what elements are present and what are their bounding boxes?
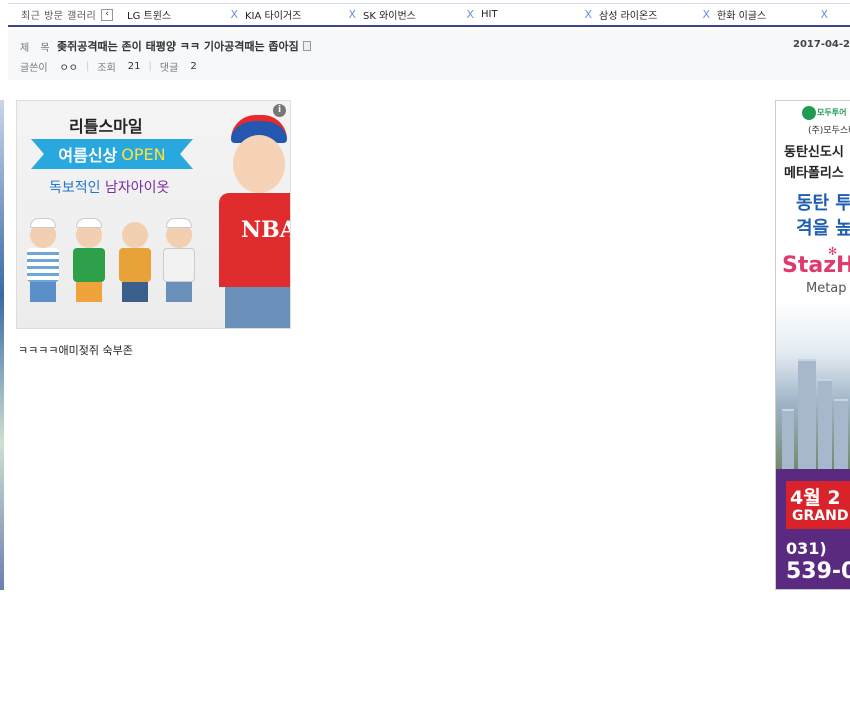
ad-banner-open: OPEN: [121, 144, 166, 164]
post-date: 2017-04-2: [792, 39, 850, 50]
ad-grand: GRAND: [792, 508, 849, 524]
meta-divider: |: [148, 61, 152, 72]
kid-figure: [71, 218, 107, 328]
ad-brand-name: 리틀스마일: [69, 117, 143, 136]
recent-gallery-label: 최근 방문 갤러리: [21, 11, 97, 22]
kids-clothing-ad[interactable]: i 리틀스마일 여름신상 OPEN 독보적인 남자아이옷 NB: [16, 100, 291, 329]
close-icon[interactable]: X: [820, 8, 828, 21]
ad-date: 4월 2: [790, 487, 841, 509]
views-count: 21: [127, 61, 141, 72]
file-icon: [302, 41, 311, 51]
subject-label: 제 목: [20, 42, 54, 54]
comments-label: 댓글: [159, 63, 179, 74]
recent-gallery-tab[interactable]: KIA 타이거즈 X: [245, 7, 363, 22]
close-icon[interactable]: X: [230, 8, 238, 21]
gallery-post-page: 최근 방문 갤러리 ‹ LG 트윈스 X KIA 타이거즈 X SK 와이번스 …: [0, 0, 850, 711]
ad-logo-text: 모두투어: [817, 108, 847, 117]
recent-gallery-tab[interactable]: LG 트윈스 X: [127, 7, 245, 22]
prev-arrow-button[interactable]: ‹: [101, 8, 113, 21]
ad-tagline-part1: 독보적인: [49, 180, 105, 196]
post-header: 제 목 좆쥐공격때는 존이 태평양 ㅋㅋ 기아공격때는 좁아짐 2017-04-…: [8, 30, 850, 80]
featured-kid-figure: NBA: [213, 109, 290, 328]
kid-figure: [161, 218, 197, 328]
close-icon[interactable]: X: [466, 8, 474, 21]
recent-gallery-tab[interactable]: 삼성 라이온즈 X: [599, 7, 717, 22]
views-label: 조회: [97, 63, 116, 74]
ad-phone-area: 031): [786, 539, 827, 558]
post-body-text: ㅋㅋㅋㅋ애미젖쥐 숙부존: [18, 344, 133, 357]
ad-headline-1: 동탄신도시: [784, 145, 844, 160]
kid-figure: [25, 218, 61, 328]
recent-gallery-tab-name[interactable]: KIA 타이거즈: [245, 7, 301, 22]
ad-banner: 여름신상 OPEN: [31, 139, 193, 169]
post-title: 좆쥐공격때는 존이 태평양 ㅋㅋ 기아공격때는 좁아짐: [57, 40, 299, 53]
recent-gallery-tab-name[interactable]: LG 트윈스: [127, 7, 171, 22]
ad-brand: StazH: [782, 253, 850, 278]
recent-gallery-tab[interactable]: SK 와이번스 X: [363, 7, 481, 22]
recent-gallery-bar: 최근 방문 갤러리 ‹ LG 트윈스 X KIA 타이거즈 X SK 와이번스 …: [8, 3, 850, 27]
post-meta-row: 글쓴이 ㅇㅇ | 조회 21 | 댓글 2: [20, 59, 197, 74]
recent-gallery-tab-name[interactable]: 한화 이글스: [717, 7, 766, 22]
close-icon[interactable]: X: [702, 8, 710, 21]
ad-slogan-2: 격을 높: [796, 218, 850, 239]
recent-gallery-tab[interactable]: 한화 이글스 X: [717, 7, 835, 22]
recent-gallery-tab-name[interactable]: 삼성 라이온즈: [599, 7, 657, 22]
ad-slogan-1: 동탄 투: [796, 193, 850, 214]
kid-figure: [117, 222, 153, 328]
ad-tagline-part2: 남자아이옷: [104, 180, 170, 196]
left-side-ad[interactable]: [0, 100, 4, 590]
tour-logo-icon: [802, 106, 816, 120]
ad-headline-2: 메타폴리스: [784, 166, 844, 181]
author-label: 글쓴이: [20, 63, 48, 74]
ad-tagline: 독보적인 남자아이옷: [49, 177, 169, 197]
recent-gallery-tab[interactable]: HIT X: [481, 7, 599, 22]
city-skyline-image: [776, 301, 850, 471]
recent-gallery-tab-name[interactable]: HIT: [481, 9, 498, 20]
recent-gallery-tab-name[interactable]: SK 와이번스: [363, 7, 416, 22]
shirt-print-text: NBA: [241, 217, 290, 243]
close-icon[interactable]: X: [584, 8, 592, 21]
ad-brand-sub: Metap: [806, 281, 847, 296]
ad-phone-number: 539-0: [786, 559, 850, 584]
comments-count[interactable]: 2: [190, 61, 196, 72]
ad-footer: 4월 2 GRAND 031) 539-0: [776, 469, 850, 589]
author-name[interactable]: ㅇㅇ: [60, 59, 78, 74]
ad-banner-text: 여름신상: [58, 146, 118, 165]
recent-gallery-tabs: LG 트윈스 X KIA 타이거즈 X SK 와이번스 X HIT X 삼성 라…: [127, 7, 835, 22]
ad-company: (주)모두스테: [808, 126, 850, 136]
post-title-row: 제 목 좆쥐공격때는 존이 태평양 ㅋㅋ 기아공격때는 좁아짐: [20, 38, 311, 54]
right-side-ad[interactable]: 모두투어 (주)모두스테 동탄신도시 메타폴리스 동탄 투 격을 높 ✻ Sta…: [775, 100, 850, 590]
close-icon[interactable]: X: [348, 8, 356, 21]
meta-divider: |: [86, 61, 90, 72]
